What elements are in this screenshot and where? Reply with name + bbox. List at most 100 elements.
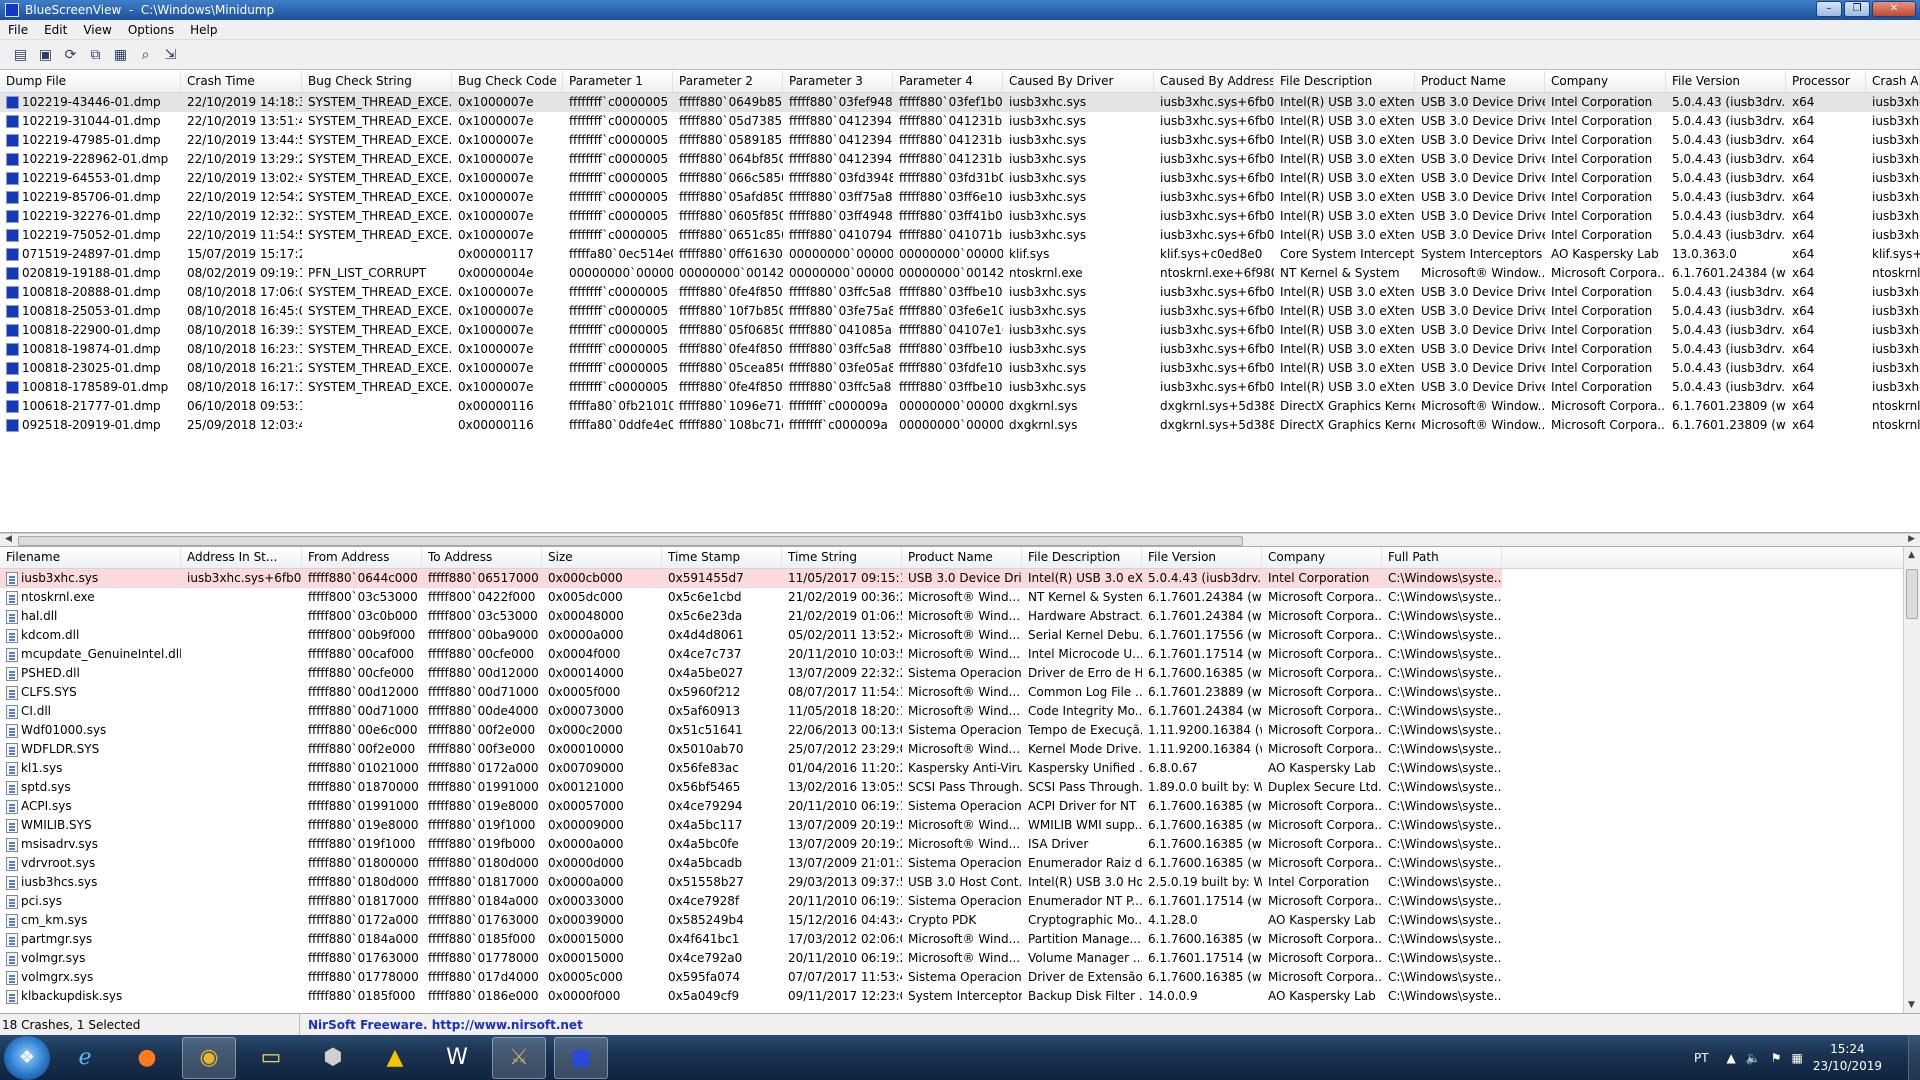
- vertical-scroll-thumb[interactable]: [1906, 569, 1918, 619]
- copy-icon[interactable]: ⧉: [85, 44, 106, 65]
- crash-header-bug-check-string[interactable]: Bug Check String: [302, 71, 452, 92]
- league-icon[interactable]: ⚔: [492, 1036, 546, 1079]
- crash-row[interactable]: 102219-85706-01.dmp 22/10/2019 12:54:24 SY…: [0, 188, 1920, 207]
- crash-row[interactable]: 100818-19874-01.dmp 08/10/2018 16:23:11 SY…: [0, 340, 1920, 359]
- driver-header-from-address[interactable]: From Address: [302, 547, 422, 568]
- crash-row[interactable]: 100818-25053-01.dmp 08/10/2018 16:45:08 SY…: [0, 302, 1920, 321]
- driver-row[interactable]: hal.dll fffff800`03c0b000 fffff800`03c5300…: [0, 607, 1920, 626]
- properties-icon[interactable]: ▦: [110, 44, 131, 65]
- crash-row[interactable]: 102219-43446-01.dmp 22/10/2019 14:18:39 SY…: [0, 93, 1920, 112]
- network-icon[interactable]: ▦: [1791, 1051, 1802, 1065]
- driver-row[interactable]: klbackupdisk.sys fffff880`0185f000 fffff88…: [0, 987, 1920, 1006]
- crash-header-parameter-3[interactable]: Parameter 3: [783, 71, 893, 92]
- close-button[interactable]: ✕: [1872, 1, 1916, 17]
- save-icon[interactable]: ▣: [35, 44, 56, 65]
- driver-row[interactable]: kdcom.dll fffff800`00b9f000 fffff800`00ba9…: [0, 626, 1920, 645]
- driver-row[interactable]: Wdf01000.sys fffff880`00e6c000 fffff880`00…: [0, 721, 1920, 740]
- crash-header-parameter-2[interactable]: Parameter 2: [673, 71, 783, 92]
- driver-header-product-name[interactable]: Product Name: [902, 547, 1022, 568]
- driver-row[interactable]: CLFS.SYS fffff880`00d12000 fffff880`00d710…: [0, 683, 1920, 702]
- save-all-icon[interactable]: ▤: [10, 44, 31, 65]
- crash-header-file-version[interactable]: File Version: [1666, 71, 1786, 92]
- driver-row[interactable]: cm_km.sys fffff880`0172a000 fffff880`01763…: [0, 911, 1920, 930]
- crash-header-company[interactable]: Company: [1545, 71, 1666, 92]
- bluestacks-icon[interactable]: ▲: [368, 1037, 422, 1079]
- clock[interactable]: 15:24 23/10/2019: [1813, 1041, 1882, 1075]
- crash-row[interactable]: 071519-24897-01.dmp 15/07/2019 15:17:25 0x…: [0, 245, 1920, 264]
- driver-row[interactable]: sptd.sys fffff880`01870000 fffff880`019910…: [0, 778, 1920, 797]
- driver-row[interactable]: msisadrv.sys fffff880`019f1000 fffff880`01…: [0, 835, 1920, 854]
- crash-row[interactable]: 102219-47985-01.dmp 22/10/2019 13:44:52 SY…: [0, 131, 1920, 150]
- driver-header-address-in-st[interactable]: Address In St...: [181, 547, 302, 568]
- crash-row[interactable]: 102219-64553-01.dmp 22/10/2019 13:02:41 SY…: [0, 169, 1920, 188]
- driver-header-file-description[interactable]: File Description: [1022, 547, 1142, 568]
- crash-header-bug-check-code[interactable]: Bug Check Code: [452, 71, 563, 92]
- maximize-button[interactable]: ❐: [1844, 1, 1870, 17]
- driver-header-size[interactable]: Size: [542, 547, 662, 568]
- driver-row[interactable]: CI.dll fffff880`00d71000 fffff880`00de4000…: [0, 702, 1920, 721]
- driver-row[interactable]: vdrvroot.sys fffff880`01800000 fffff880`01…: [0, 854, 1920, 873]
- crash-row[interactable]: 100818-178589-01.dmp 08/10/2018 16:17:12 S…: [0, 378, 1920, 397]
- crash-header-crash-add[interactable]: Crash Add: [1866, 71, 1920, 92]
- menu-options[interactable]: Options: [120, 23, 182, 37]
- nirsoft-link[interactable]: NirSoft Freeware. http://www.nirsoft.net: [300, 1018, 583, 1032]
- driver-row[interactable]: volmgr.sys fffff880`01763000 fffff880`0177…: [0, 949, 1920, 968]
- driver-row[interactable]: PSHED.dll fffff880`00cfe000 fffff880`00d12…: [0, 664, 1920, 683]
- crash-row[interactable]: 100818-23025-01.dmp 08/10/2018 16:21:23 SY…: [0, 359, 1920, 378]
- bluescreenview-icon[interactable]: ■: [554, 1036, 608, 1079]
- find-icon[interactable]: ⌕: [135, 44, 156, 65]
- driver-row[interactable]: iusb3xhc.sys iusb3xhc.sys+6fb00 fffff880`0…: [0, 569, 1920, 588]
- driver-row[interactable]: WMILIB.SYS fffff880`019e8000 fffff880`019f…: [0, 816, 1920, 835]
- crash-row[interactable]: 102219-32276-01.dmp 22/10/2019 12:32:11 SY…: [0, 207, 1920, 226]
- horizontal-scroll-thumb[interactable]: [18, 536, 1243, 546]
- crash-header-caused-by-driver[interactable]: Caused By Driver: [1003, 71, 1154, 92]
- crash-row[interactable]: 092518-20919-01.dmp 25/09/2018 12:03:42 0x…: [0, 416, 1920, 435]
- vertical-scrollbar[interactable]: ▲ ▼: [1903, 547, 1920, 1013]
- menu-view[interactable]: View: [75, 23, 119, 37]
- crash-row[interactable]: 020819-19188-01.dmp 08/02/2019 09:19:14 PF…: [0, 264, 1920, 283]
- crash-header-crash-time[interactable]: Crash Time: [181, 71, 302, 92]
- refresh-icon[interactable]: ⟳: [60, 44, 81, 65]
- horizontal-scrollbar[interactable]: ◀ ▶: [0, 533, 1920, 547]
- driver-header-time-string[interactable]: Time String: [782, 547, 902, 568]
- driver-header-company[interactable]: Company: [1262, 547, 1382, 568]
- menu-file[interactable]: File: [0, 23, 36, 37]
- word-icon[interactable]: W: [430, 1037, 484, 1079]
- explorer-icon[interactable]: ▭: [244, 1037, 298, 1079]
- driver-row[interactable]: partmgr.sys fffff880`0184a000 fffff880`018…: [0, 930, 1920, 949]
- driver-header-full-path[interactable]: Full Path: [1382, 547, 1502, 568]
- crash-row[interactable]: 102219-75052-01.dmp 22/10/2019 11:54:58 SY…: [0, 226, 1920, 245]
- volume-icon[interactable]: 🔈: [1746, 1051, 1761, 1065]
- crash-header-file-description[interactable]: File Description: [1274, 71, 1415, 92]
- firefox-icon[interactable]: ●: [120, 1037, 174, 1079]
- driver-row[interactable]: ACPI.sys fffff880`01991000 fffff880`019e80…: [0, 797, 1920, 816]
- crash-header-dump-file[interactable]: Dump File: [0, 71, 181, 92]
- menu-help[interactable]: Help: [182, 23, 225, 37]
- crash-header-processor[interactable]: Processor: [1786, 71, 1866, 92]
- driver-row[interactable]: pci.sys fffff880`01817000 fffff880`0184a00…: [0, 892, 1920, 911]
- minimize-button[interactable]: –: [1816, 1, 1842, 17]
- driver-row[interactable]: iusb3hcs.sys fffff880`0180d000 fffff880`01…: [0, 873, 1920, 892]
- exit-icon[interactable]: ⇲: [160, 44, 181, 65]
- crash-header-parameter-4[interactable]: Parameter 4: [893, 71, 1003, 92]
- scroll-down-icon[interactable]: ▼: [1908, 1000, 1915, 1010]
- crash-header-parameter-1[interactable]: Parameter 1: [563, 71, 673, 92]
- scroll-up-icon[interactable]: ▲: [1908, 550, 1915, 560]
- menu-edit[interactable]: Edit: [36, 23, 75, 37]
- driver-row[interactable]: ntoskrnl.exe fffff800`03c53000 fffff800`04…: [0, 588, 1920, 607]
- language-indicator[interactable]: PT: [1694, 1051, 1709, 1065]
- crash-row[interactable]: 102219-31044-01.dmp 22/10/2019 13:51:47 SY…: [0, 112, 1920, 131]
- crash-header-caused-by-address[interactable]: Caused By Address: [1154, 71, 1274, 92]
- show-desktop-button[interactable]: [1908, 1035, 1920, 1080]
- start-button[interactable]: ❖: [4, 1035, 50, 1080]
- nox-icon[interactable]: ⬢: [306, 1037, 360, 1079]
- flag-icon[interactable]: ⚑: [1771, 1051, 1782, 1065]
- crash-row[interactable]: 100818-20888-01.dmp 08/10/2018 17:06:09 SY…: [0, 283, 1920, 302]
- driver-row[interactable]: kl1.sys fffff880`01021000 fffff880`0172a00…: [0, 759, 1920, 778]
- driver-header-to-address[interactable]: To Address: [422, 547, 542, 568]
- crash-row[interactable]: 100818-22900-01.dmp 08/10/2018 16:39:37 SY…: [0, 321, 1920, 340]
- driver-row[interactable]: mcupdate_GenuineIntel.dll fffff880`00caf0…: [0, 645, 1920, 664]
- crash-row[interactable]: 100618-21777-01.dmp 06/10/2018 09:53:18 0x…: [0, 397, 1920, 416]
- ie-icon[interactable]: ℯ: [58, 1037, 112, 1079]
- driver-row[interactable]: volmgrx.sys fffff880`01778000 fffff880`017…: [0, 968, 1920, 987]
